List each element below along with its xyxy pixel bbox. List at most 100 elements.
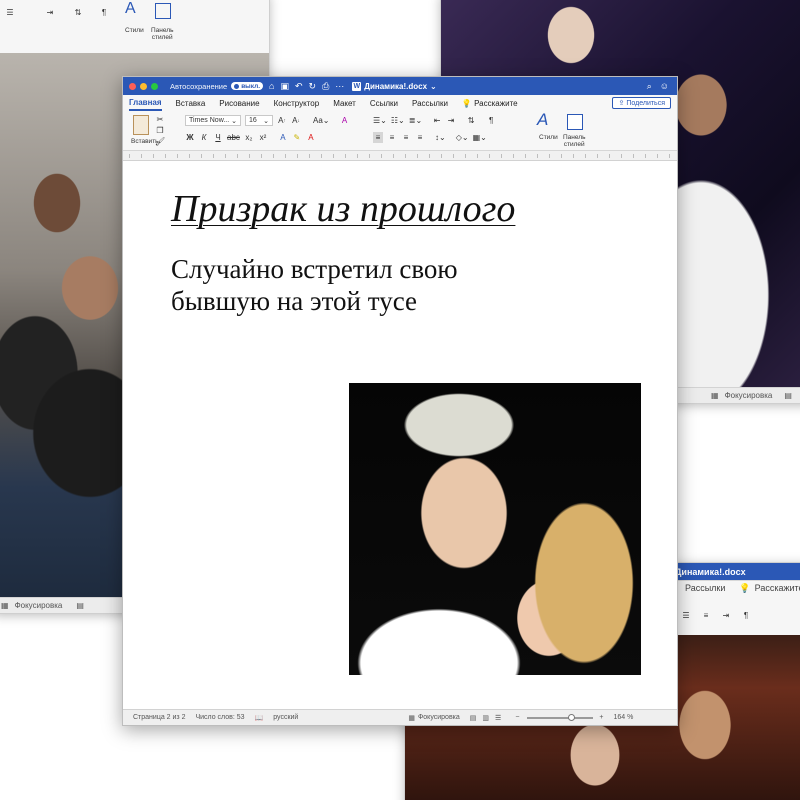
save-icon[interactable]: ▣ bbox=[280, 81, 289, 92]
tab-tell-me[interactable]: Расскажите bbox=[755, 583, 800, 593]
tab-home[interactable]: Главная bbox=[129, 95, 162, 111]
print-icon[interactable]: ⎙ bbox=[322, 81, 329, 92]
tab-tell-me[interactable]: 💡 Расскажите bbox=[462, 99, 518, 108]
justify-icon[interactable]: ≡ bbox=[415, 132, 425, 143]
indent-icon[interactable]: ⇥ bbox=[45, 7, 55, 18]
word-count[interactable]: Число слов: 53 bbox=[195, 714, 244, 721]
grow-font-icon[interactable]: A ↑ bbox=[277, 115, 287, 126]
focus-label[interactable]: Фокусировка bbox=[418, 714, 460, 721]
multilevel-list-icon[interactable]: ≣⌄ bbox=[409, 115, 422, 126]
share-button[interactable]: ⇪ Поделиться bbox=[612, 97, 671, 109]
change-case-icon[interactable]: Aa⌄ bbox=[313, 115, 330, 126]
web-layout-icon[interactable]: ▥ bbox=[482, 714, 489, 722]
font-name-value: Times Now... bbox=[189, 117, 230, 124]
font-size-select[interactable]: 16 ⌄ bbox=[245, 115, 273, 126]
tab-references[interactable]: Ссылки bbox=[370, 99, 398, 108]
styles-icon[interactable]: A bbox=[537, 110, 548, 129]
list-icon[interactable]: ☰ bbox=[681, 610, 691, 621]
horizontal-ruler[interactable] bbox=[123, 151, 677, 161]
document-page[interactable]: Призрак из прошлого Случайно встретил св… bbox=[133, 163, 669, 711]
align-left-icon[interactable]: ≡ bbox=[373, 132, 383, 143]
print-layout-icon[interactable]: ▤ bbox=[470, 714, 477, 722]
layout-icon[interactable]: ▤ bbox=[76, 601, 84, 610]
close-window-button[interactable] bbox=[129, 82, 136, 90]
page-count[interactable]: Страница 2 из 2 bbox=[133, 714, 185, 721]
increase-indent-icon[interactable]: ⇥ bbox=[446, 115, 456, 126]
status-bar: Страница 2 из 2 Число слов: 53 📖 русский… bbox=[123, 709, 677, 725]
focus-icon[interactable]: ▦ bbox=[408, 714, 415, 722]
strikethrough-icon[interactable]: abc bbox=[227, 132, 240, 143]
highlight-icon[interactable]: ✎ bbox=[292, 132, 302, 143]
subscript-icon[interactable]: x₂ bbox=[244, 132, 254, 143]
tab-insert[interactable]: Вставка bbox=[176, 99, 206, 108]
styles-pane-label-line-2: стилей bbox=[151, 34, 173, 41]
zoom-slider-knob[interactable] bbox=[568, 713, 576, 721]
styles-pane-label: Панель стилей bbox=[563, 134, 585, 148]
text-effects-icon[interactable]: A bbox=[278, 132, 288, 143]
bullets-icon[interactable]: ☰⌄ bbox=[373, 115, 387, 126]
zoom-in-icon[interactable]: + bbox=[599, 714, 603, 721]
language-label[interactable]: русский bbox=[273, 714, 298, 721]
indent-icon[interactable]: ⇥ bbox=[721, 610, 731, 621]
paste-label: Вставить bbox=[131, 138, 159, 145]
tab-mailings[interactable]: Рассылки bbox=[685, 583, 725, 593]
chevron-down-icon: ⌄ bbox=[263, 117, 269, 125]
zoom-out-icon[interactable]: − bbox=[515, 714, 519, 721]
cut-icon[interactable]: ✂ bbox=[155, 114, 165, 125]
align-center-icon[interactable]: ≡ bbox=[387, 132, 397, 143]
redo-icon[interactable]: ↻ bbox=[309, 81, 317, 92]
outline-icon[interactable]: ☰ bbox=[495, 714, 501, 722]
proofing-icon[interactable]: 📖 bbox=[255, 714, 264, 722]
pilcrow-icon[interactable]: ¶ bbox=[741, 610, 751, 621]
line-spacing-icon[interactable]: ↕⌄ bbox=[435, 132, 446, 143]
pilcrow-icon[interactable]: ¶ bbox=[99, 7, 109, 18]
focus-icon[interactable]: ▦ bbox=[1, 601, 9, 610]
document-heading: Призрак из прошлого bbox=[171, 188, 516, 230]
sort-icon[interactable]: ⇅ bbox=[73, 7, 83, 18]
layout-icon[interactable]: ▤ bbox=[784, 391, 792, 400]
account-icon[interactable]: ☺ bbox=[660, 81, 669, 91]
copy-icon[interactable]: ❐ bbox=[155, 125, 165, 136]
tab-design[interactable]: Конструктор bbox=[274, 99, 320, 108]
clear-formatting-icon[interactable]: A bbox=[340, 115, 350, 126]
autosave-toggle[interactable]: выкл. bbox=[231, 82, 264, 90]
tab-tell-me-label: Расскажите bbox=[474, 98, 518, 108]
numbering-icon[interactable]: ☷⌄ bbox=[391, 115, 405, 126]
focus-icon[interactable]: ▦ bbox=[711, 391, 719, 400]
ribbon-tabs: Главная Вставка Рисование Конструктор Ма… bbox=[123, 95, 677, 111]
font-color-icon[interactable]: A bbox=[306, 132, 316, 143]
styles-pane-icon[interactable] bbox=[567, 114, 583, 130]
tab-mailings[interactable]: Рассылки bbox=[412, 99, 448, 108]
shrink-font-icon[interactable]: A ↓ bbox=[291, 115, 301, 126]
superscript-icon[interactable]: x² bbox=[258, 132, 268, 143]
chevron-down-icon[interactable]: ⌄ bbox=[430, 82, 437, 91]
search-icon[interactable]: ⌕ bbox=[647, 81, 652, 92]
paste-icon[interactable] bbox=[133, 115, 149, 135]
tab-layout[interactable]: Макет bbox=[333, 99, 356, 108]
home-icon[interactable]: ⌂ bbox=[269, 81, 274, 91]
more-icon[interactable]: ··· bbox=[335, 81, 344, 91]
minimize-window-button[interactable] bbox=[140, 82, 147, 90]
pilcrow-icon[interactable]: ¶ bbox=[486, 115, 496, 126]
main-word-window[interactable]: Автосохранение выкл. ⌂ ▣ ↶ ↻ ⎙ ··· W Дин… bbox=[122, 76, 678, 726]
list-icon[interactable]: ☰ bbox=[5, 7, 15, 18]
font-name-select[interactable]: Times Now... ⌄ bbox=[185, 115, 241, 126]
styles-pane-icon[interactable] bbox=[155, 3, 171, 19]
styles-icon[interactable]: A bbox=[125, 0, 136, 17]
shading-icon[interactable]: ◇⌄ bbox=[456, 132, 469, 143]
zoom-window-button[interactable] bbox=[151, 82, 158, 90]
zoom-slider[interactable] bbox=[527, 713, 594, 721]
underline-icon[interactable]: Ч bbox=[213, 132, 223, 143]
undo-icon[interactable]: ↶ bbox=[295, 81, 303, 92]
italic-icon[interactable]: К bbox=[199, 132, 209, 143]
decrease-indent-icon[interactable]: ⇤ bbox=[432, 115, 442, 126]
bold-icon[interactable]: Ж bbox=[185, 132, 195, 143]
tell-me-icon[interactable]: 💡 bbox=[739, 583, 750, 594]
borders-icon[interactable]: ▦⌄ bbox=[473, 132, 487, 143]
align-icon[interactable]: ≡ bbox=[701, 610, 711, 621]
tab-draw[interactable]: Рисование bbox=[219, 99, 259, 108]
sort-icon[interactable]: ⇅ bbox=[466, 115, 476, 126]
inserted-photo[interactable] bbox=[349, 383, 641, 675]
align-right-icon[interactable]: ≡ bbox=[401, 132, 411, 143]
zoom-level[interactable]: 164 % bbox=[614, 714, 634, 721]
